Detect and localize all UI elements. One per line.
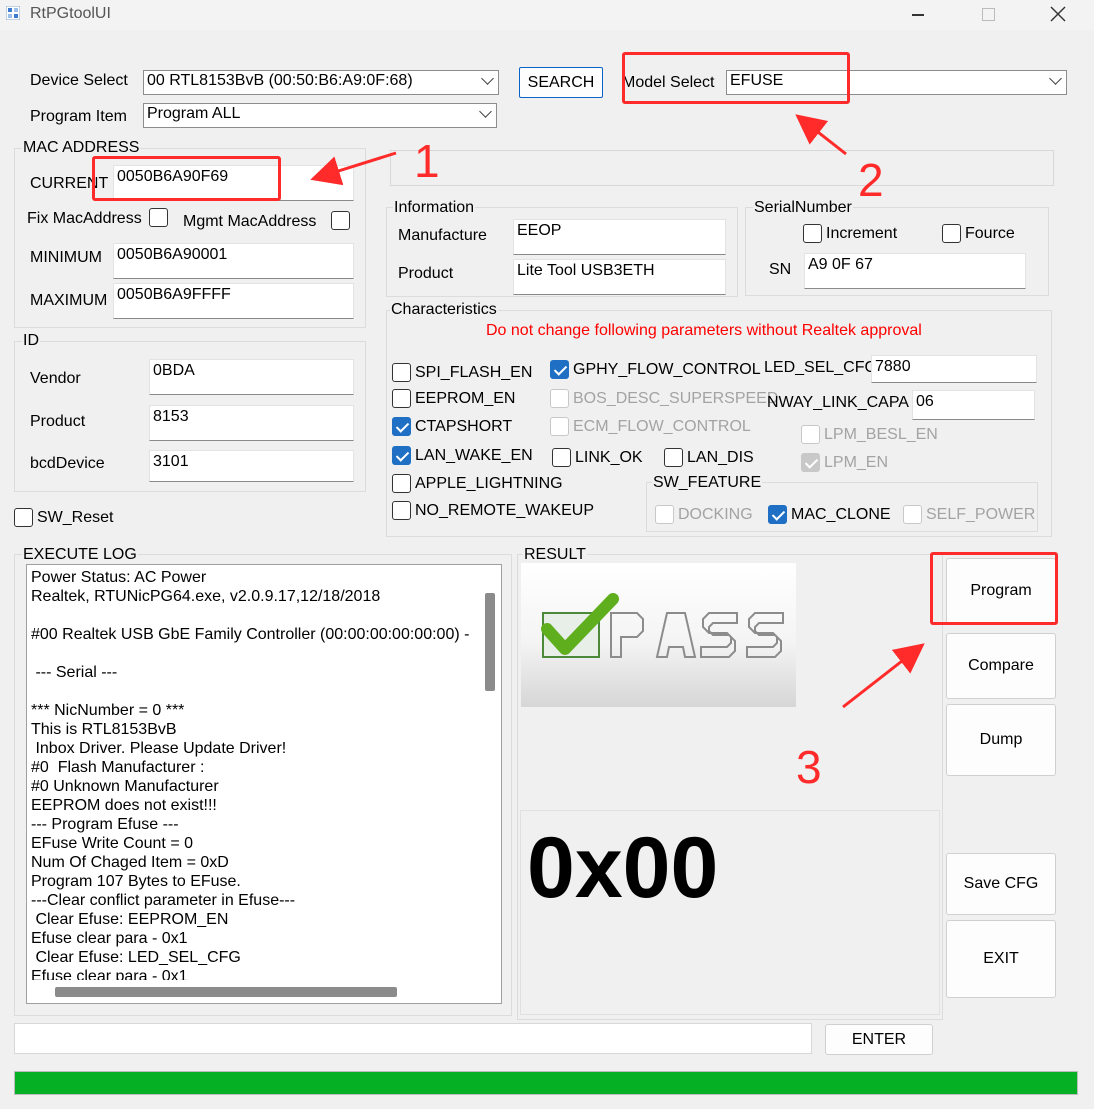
annotation-number-2: 2 xyxy=(858,154,884,206)
annotation-number-1: 1 xyxy=(414,135,440,187)
arrow-2 xyxy=(795,114,847,156)
annotation-arrows xyxy=(310,114,925,709)
annotation-number-3: 3 xyxy=(796,741,822,793)
arrow-1 xyxy=(310,151,397,186)
arrow-3 xyxy=(842,643,925,709)
